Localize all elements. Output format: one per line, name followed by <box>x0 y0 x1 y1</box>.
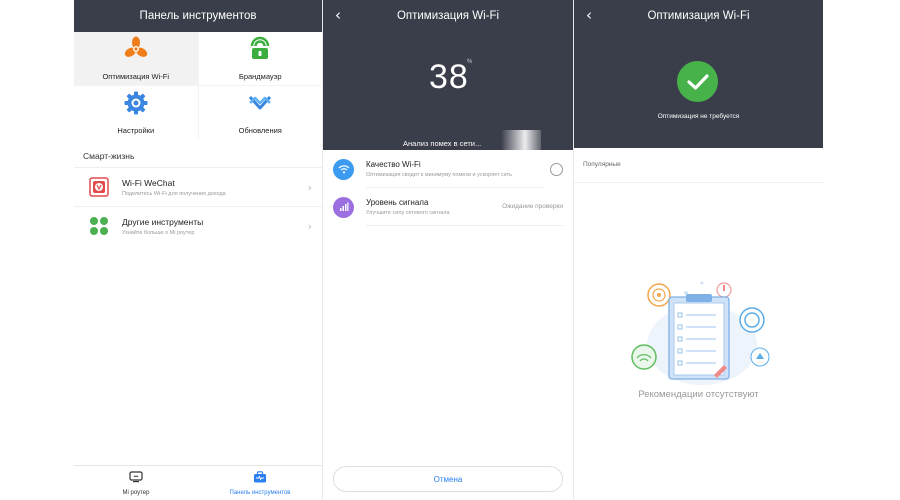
tile-firewall[interactable]: Брандмауэр <box>198 32 322 85</box>
tile-label: Брандмауэр <box>238 72 282 81</box>
tile-label: Обновления <box>238 126 282 135</box>
tab-label: Mi роутер <box>122 490 150 496</box>
tile-label: Оптимизация Wi-Fi <box>102 72 170 81</box>
score-value: 38 <box>429 58 469 96</box>
result-hero: ‹ Оптимизация Wi-Fi Оптимизация не требу… <box>574 0 823 148</box>
tab-label: Панель инструментов <box>229 490 291 496</box>
chevron-right-icon: › <box>307 219 312 233</box>
page-title: Оптимизация Wi-Fi <box>647 10 750 22</box>
page-title: Панель инструментов <box>139 10 257 22</box>
check-item-subtitle: Улучшите силу сетевого сигнала <box>366 209 450 216</box>
signal-icon <box>333 196 354 218</box>
tile-updates[interactable]: Обновления <box>198 86 322 139</box>
tile-label: Настройки <box>117 126 155 135</box>
bottom-tab-bar: Mi роутер Панель инструментов <box>74 465 322 500</box>
checkmark-icon <box>677 61 718 102</box>
cancel-button[interactable]: Отмена <box>333 466 563 492</box>
router-icon <box>129 470 143 488</box>
tab-toolbox[interactable]: Панель инструментов <box>198 466 322 500</box>
empty-clipboard-illustration <box>624 275 774 385</box>
progress-hero: ‹ Оптимизация Wi-Fi 38 % Анализ помех в … <box>323 0 573 150</box>
toolbox-screen: Панель инструментов Оптимизация Wi-Fi Бр… <box>74 0 322 500</box>
check-item-title: Уровень сигнала <box>366 197 429 207</box>
fan-icon <box>123 36 149 67</box>
toolbox-icon <box>253 470 267 488</box>
chevron-right-icon: › <box>307 180 312 194</box>
analyzing-status: Анализ помех в сети... <box>403 139 482 148</box>
optimization-header: ‹ Оптимизация Wi-Fi <box>323 0 573 32</box>
check-status: Ожидание проверки <box>502 203 563 210</box>
wifi-optimization-result-screen: ‹ Оптимизация Wi-Fi Оптимизация не требу… <box>574 0 823 500</box>
list-item-subtitle: Узнайте больше о Mi роутер <box>122 229 195 236</box>
back-arrow-icon[interactable]: ‹ <box>335 6 341 24</box>
list-item-title: Wi-Fi WeChat <box>122 177 175 188</box>
screen-divider <box>573 0 574 500</box>
list-item-subtitle: Поделитесь Wi-Fi для получения дохода <box>122 190 226 197</box>
update-icon <box>247 90 273 121</box>
scan-animation <box>501 130 541 150</box>
page-title: Оптимизация Wi-Fi <box>396 10 500 22</box>
list-item-other-tools[interactable]: Другие инструменты Узнайте больше о Mi р… <box>74 206 322 245</box>
wifi-icon <box>333 158 354 180</box>
check-item-title: Качество Wi-Fi <box>366 159 421 169</box>
score-unit: % <box>467 59 473 65</box>
section-title: Смарт-жизнь <box>83 151 135 161</box>
tools-grid: Оптимизация Wi-Fi Брандмауэр Настройки О… <box>74 32 322 139</box>
wechat-icon <box>88 176 110 198</box>
tile-settings[interactable]: Настройки <box>74 86 198 139</box>
toolbox-header: Панель инструментов <box>74 0 322 32</box>
firewall-icon <box>247 36 273 67</box>
check-item-signal-level[interactable]: Уровень сигнала Улучшите силу сетевого с… <box>323 188 573 226</box>
check-item-subtitle: Оптимизация сводит к минимуму помехи и у… <box>366 171 513 178</box>
wifi-optimization-progress-screen: ‹ Оптимизация Wi-Fi 38 % Анализ помех в … <box>323 0 573 500</box>
result-message: Оптимизация не требуется <box>657 113 740 120</box>
tab-mi-router[interactable]: Mi роутер <box>74 466 198 500</box>
list-item-wifi-wechat[interactable]: Wi-Fi WeChat Поделитесь Wi-Fi для получе… <box>74 167 322 206</box>
check-item-wifi-quality[interactable]: Качество Wi-Fi Оптимизация сводит к мини… <box>323 150 573 188</box>
popular-section-title: Популярные <box>574 148 823 183</box>
apps-icon <box>88 215 110 237</box>
empty-state-message: Рекомендации отсутствуют <box>638 389 759 400</box>
back-arrow-icon[interactable]: ‹ <box>586 6 592 24</box>
pending-radio-icon <box>550 162 563 176</box>
gear-icon <box>123 90 149 121</box>
screen-divider <box>322 0 323 500</box>
optimization-header: ‹ Оптимизация Wi-Fi <box>574 0 823 32</box>
tile-wifi-optimization[interactable]: Оптимизация Wi-Fi <box>74 32 198 85</box>
list-item-title: Другие инструменты <box>122 216 204 227</box>
